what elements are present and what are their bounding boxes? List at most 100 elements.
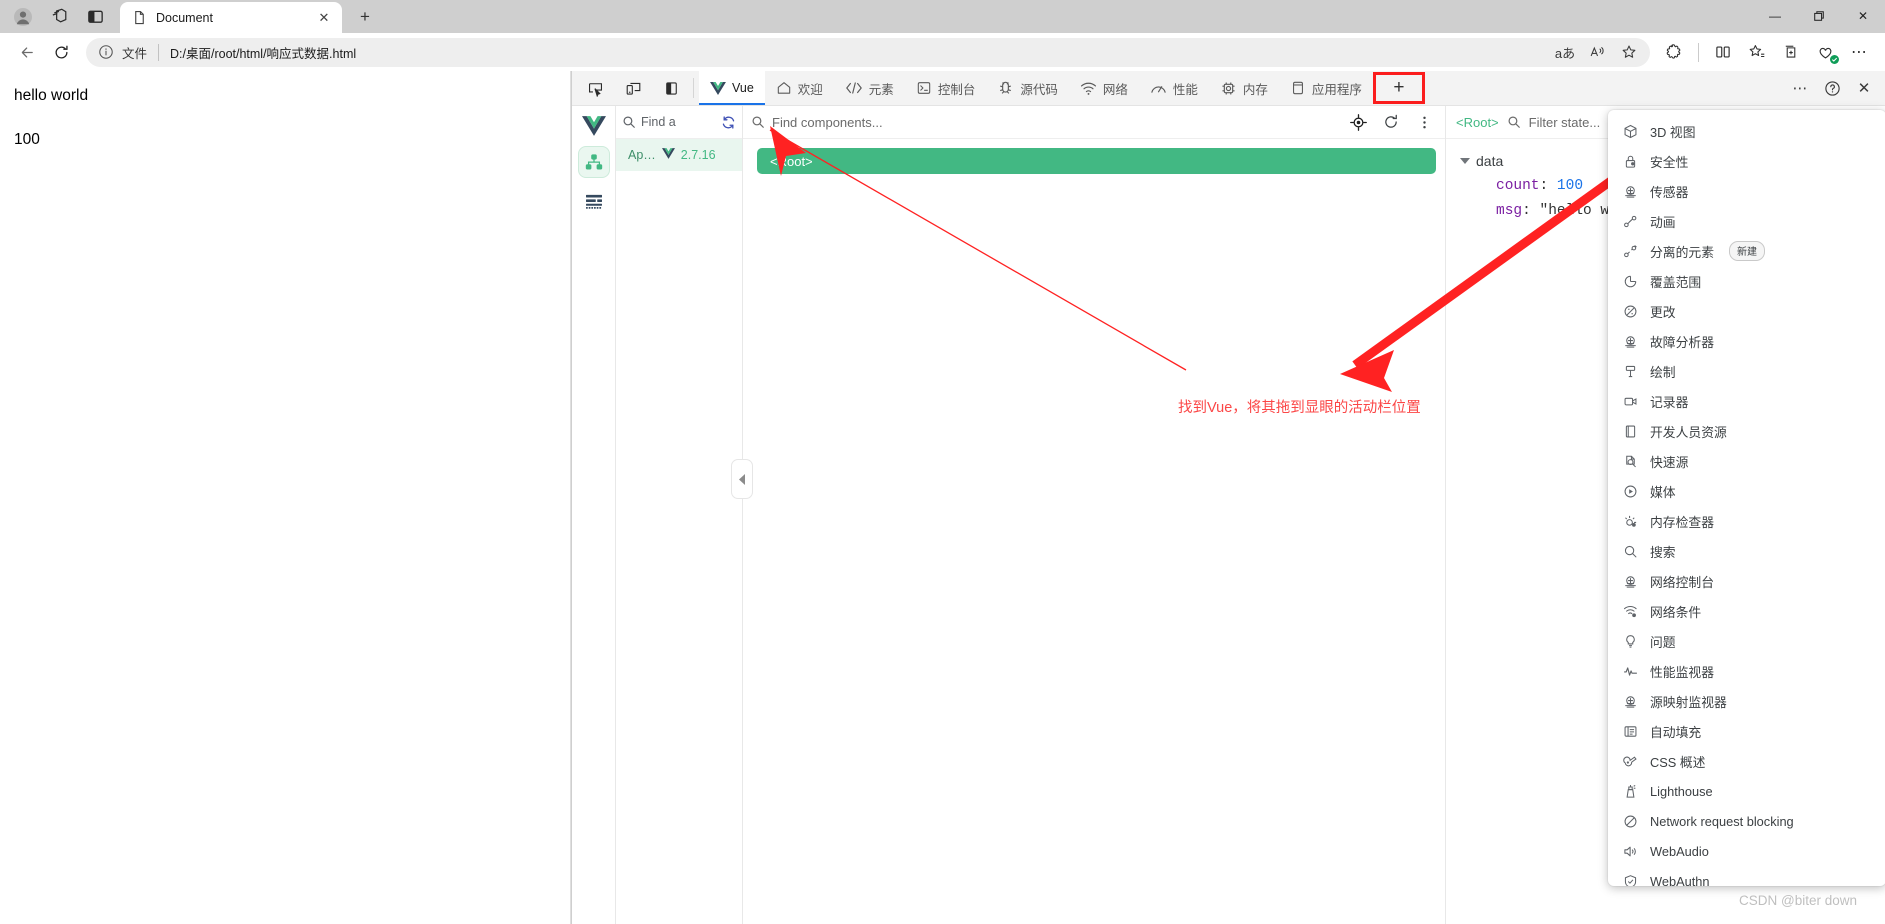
dropdown-item-network-conditions[interactable]: 网络条件 <box>1608 596 1885 626</box>
immersive-reader-icon[interactable] <box>1582 39 1612 65</box>
dropdown-item-label: 源映射监视器 <box>1650 694 1727 710</box>
devtools-help-icon[interactable] <box>1817 74 1847 102</box>
dropdown-item-quick-source[interactable]: 快速源 <box>1608 446 1885 476</box>
inspect-element-icon[interactable] <box>576 71 614 105</box>
dropdown-item-memory-inspector[interactable]: 内存检查器 <box>1608 506 1885 536</box>
collapse-pane-handle[interactable] <box>731 459 753 499</box>
sourcemap-monitor-icon <box>1622 693 1639 710</box>
dropdown-item-label: CSS 概述 <box>1650 754 1706 770</box>
browser-more-menu-icon[interactable]: ⋯ <box>1843 37 1875 67</box>
dropdown-item-sensors[interactable]: 传感器 <box>1608 176 1885 206</box>
devtools-tab-label: Vue <box>732 81 754 95</box>
dropdown-item-issues-analyzer[interactable]: 故障分析器 <box>1608 326 1885 356</box>
refresh-tree-icon[interactable] <box>1378 109 1404 135</box>
dropdown-item-autofill[interactable]: 自动填充 <box>1608 716 1885 746</box>
state-filter-input[interactable]: Filter state... <box>1529 115 1601 130</box>
close-window-button[interactable]: ✕ <box>1841 0 1885 32</box>
devtools-tab-label: 网络 <box>1102 82 1128 97</box>
devtools-tab-console[interactable]: 控制台 <box>905 71 987 105</box>
devtools-more-menu-icon[interactable]: ⋯ <box>1785 74 1815 102</box>
dropdown-item-detached-elements[interactable]: 分离的元素 新建 <box>1608 236 1885 266</box>
browser-window: Document ✕ + — ✕ 文件 D:/桌面/root/html/响应式数… <box>0 0 1885 924</box>
devtools-tab-vue[interactable]: Vue <box>699 71 765 105</box>
add-favorite-icon[interactable] <box>1614 39 1644 65</box>
devtools-tab-sources[interactable]: 源代码 <box>986 71 1069 105</box>
refresh-apps-icon[interactable] <box>721 115 736 130</box>
vue-app-item[interactable]: Ap… 2.7.16 <box>616 139 742 171</box>
vue-icon <box>661 148 675 162</box>
devtools-close-icon[interactable]: ✕ <box>1849 74 1879 102</box>
split-pane-icon[interactable] <box>1707 37 1739 67</box>
issues-analyzer-icon <box>1622 333 1639 350</box>
dropdown-item-label: 覆盖范围 <box>1650 274 1702 290</box>
dropdown-item-media[interactable]: 媒体 <box>1608 476 1885 506</box>
devtools-tab-memory[interactable]: 内存 <box>1209 71 1279 105</box>
tab-close-icon[interactable]: ✕ <box>314 8 334 28</box>
dropdown-item-rendering[interactable]: 绘制 <box>1608 356 1885 386</box>
device-toolbar-icon[interactable] <box>614 71 652 105</box>
add-panel-button[interactable]: + <box>1372 72 1425 104</box>
dropdown-item-animations[interactable]: 动画 <box>1608 206 1885 236</box>
collections-icon[interactable] <box>1775 37 1807 67</box>
dropdown-item-developer-resources[interactable]: 开发人员资源 <box>1608 416 1885 446</box>
dropdown-item-label: 绘制 <box>1650 364 1676 380</box>
dropdown-item-network-console[interactable]: 网络控制台 <box>1608 566 1885 596</box>
dropdown-item-security[interactable]: 安全性 <box>1608 146 1885 176</box>
page-line-1: hello world <box>14 87 89 104</box>
vue-app-name: Ap… <box>628 148 656 162</box>
toolbar-divider <box>1698 42 1699 62</box>
read-aloud-icon[interactable]: aあ <box>1550 39 1580 65</box>
media-icon <box>1622 483 1639 500</box>
network-console-icon <box>1622 573 1639 590</box>
dropdown-item-label: 传感器 <box>1650 184 1689 200</box>
extensions-icon[interactable] <box>1658 37 1690 67</box>
reload-button[interactable] <box>44 37 78 67</box>
dropdown-item-recorder[interactable]: 记录器 <box>1608 386 1885 416</box>
dropdown-item-3d-view[interactable]: 3D 视图 <box>1608 116 1885 146</box>
url-text: D:/桌面/root/html/响应式数据.html <box>170 46 357 61</box>
devtools-tab-performance[interactable]: 性能 <box>1139 71 1209 105</box>
split-screen-icon[interactable] <box>84 6 106 28</box>
devtools-tabbar: Vue 欢迎 元素 控制台 源代码 网络 性能 内存 应用程序 + ⋯ ✕ <box>572 71 1885 106</box>
devtools-tab-elements[interactable]: 元素 <box>834 71 905 105</box>
profile-avatar-icon[interactable] <box>12 6 34 28</box>
site-info-icon[interactable] <box>98 44 115 61</box>
dropdown-item-changes[interactable]: 更改 <box>1608 296 1885 326</box>
dropdown-item-css-overview[interactable]: CSS 概述 <box>1608 746 1885 776</box>
favorites-list-icon[interactable] <box>1741 37 1773 67</box>
dropdown-item-sourcemap-monitor[interactable]: 源映射监视器 <box>1608 686 1885 716</box>
dropdown-item-performance-monitor[interactable]: 性能监视器 <box>1608 656 1885 686</box>
rail-timeline-button[interactable] <box>578 186 610 218</box>
new-tab-button[interactable]: + <box>350 2 380 32</box>
component-search-input[interactable]: Find components... <box>772 115 1338 130</box>
devtools-tab-welcome[interactable]: 欢迎 <box>765 71 834 105</box>
dropdown-item-coverage[interactable]: 覆盖范围 <box>1608 266 1885 296</box>
browser-essentials-icon[interactable] <box>1809 37 1841 67</box>
browser-tab[interactable]: Document ✕ <box>120 2 342 33</box>
chevron-down-icon[interactable] <box>1460 158 1470 164</box>
dock-side-icon[interactable] <box>652 71 690 105</box>
app-search-input[interactable]: Find a <box>641 115 716 129</box>
tree-more-menu-icon[interactable] <box>1411 109 1437 135</box>
minimize-button[interactable]: — <box>1753 0 1797 32</box>
document-favicon-icon <box>132 10 148 26</box>
code-brackets-icon <box>845 81 863 95</box>
dropdown-item-webauthn[interactable]: WebAuthn <box>1608 866 1885 886</box>
devtools-tab-application[interactable]: 应用程序 <box>1279 71 1373 105</box>
search-icon <box>1622 543 1639 560</box>
dropdown-item-search[interactable]: 搜索 <box>1608 536 1885 566</box>
dropdown-item-issues[interactable]: 问题 <box>1608 626 1885 656</box>
app-search-row[interactable]: Find a <box>616 106 742 139</box>
workspaces-icon[interactable] <box>48 6 70 28</box>
dropdown-item-lighthouse[interactable]: Lighthouse <box>1608 776 1885 806</box>
component-tree-root-node[interactable]: <Root> <box>757 148 1436 174</box>
back-button[interactable] <box>10 37 44 67</box>
maximize-button[interactable] <box>1797 0 1841 32</box>
dropdown-item-label: 搜索 <box>1650 544 1676 560</box>
address-bar[interactable]: 文件 D:/桌面/root/html/响应式数据.html aあ <box>86 37 1650 67</box>
rail-components-button[interactable] <box>577 146 610 178</box>
devtools-tab-network[interactable]: 网络 <box>1069 71 1139 105</box>
dropdown-item-network-request-blocking[interactable]: Network request blocking <box>1608 806 1885 836</box>
dropdown-item-webaudio[interactable]: WebAudio <box>1608 836 1885 866</box>
select-component-icon[interactable] <box>1345 109 1371 135</box>
